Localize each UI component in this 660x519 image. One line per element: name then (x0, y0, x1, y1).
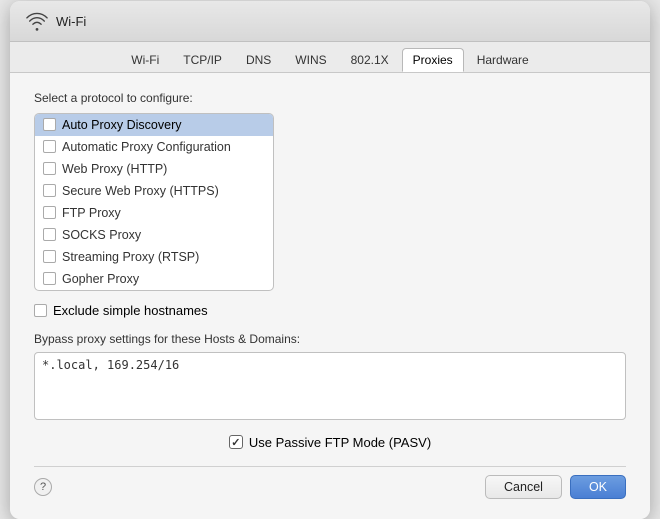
passive-ftp-label: Use Passive FTP Mode (PASV) (249, 435, 431, 450)
protocol-label-ftp: FTP Proxy (62, 206, 121, 220)
protocol-item-auto-proxy[interactable]: Auto Proxy Discovery (35, 114, 273, 136)
tab-proxies[interactable]: Proxies (402, 48, 464, 72)
tab-wins[interactable]: WINS (284, 48, 337, 72)
protocol-label-auto-config: Automatic Proxy Configuration (62, 140, 231, 154)
protocol-checkbox-gopher[interactable] (43, 272, 56, 285)
protocol-list: Auto Proxy Discovery Automatic Proxy Con… (34, 113, 274, 291)
titlebar: Wi-Fi (10, 1, 650, 42)
passive-ftp-checkbox[interactable] (229, 435, 243, 449)
bypass-section-label: Bypass proxy settings for these Hosts & … (34, 332, 626, 346)
action-buttons: Cancel OK (485, 475, 626, 499)
tab-hardware[interactable]: Hardware (466, 48, 540, 72)
protocol-checkbox-rtsp[interactable] (43, 250, 56, 263)
exclude-hostnames-label: Exclude simple hostnames (53, 303, 208, 318)
protocol-label-http: Web Proxy (HTTP) (62, 162, 167, 176)
tab-wifi[interactable]: Wi-Fi (120, 48, 170, 72)
ok-button[interactable]: OK (570, 475, 626, 499)
exclude-hostnames-checkbox[interactable] (34, 304, 47, 317)
exclude-row: Exclude simple hostnames (34, 303, 626, 318)
protocol-label-rtsp: Streaming Proxy (RTSP) (62, 250, 199, 264)
tabs-bar: Wi-Fi TCP/IP DNS WINS 802.1X Proxies Har… (10, 42, 650, 73)
protocol-item-https[interactable]: Secure Web Proxy (HTTPS) (35, 180, 273, 202)
protocol-item-ftp[interactable]: FTP Proxy (35, 202, 273, 224)
protocol-checkbox-https[interactable] (43, 184, 56, 197)
protocol-checkbox-socks[interactable] (43, 228, 56, 241)
window-title: Wi-Fi (56, 14, 86, 29)
protocol-label-https: Secure Web Proxy (HTTPS) (62, 184, 219, 198)
protocol-item-gopher[interactable]: Gopher Proxy (35, 268, 273, 290)
tab-dns[interactable]: DNS (235, 48, 282, 72)
protocol-item-rtsp[interactable]: Streaming Proxy (RTSP) (35, 246, 273, 268)
protocol-item-auto-config[interactable]: Automatic Proxy Configuration (35, 136, 273, 158)
main-window: Wi-Fi Wi-Fi TCP/IP DNS WINS 802.1X Proxi… (10, 1, 650, 519)
protocol-section-label: Select a protocol to configure: (34, 91, 626, 105)
tab-tcpip[interactable]: TCP/IP (172, 48, 233, 72)
footer: ? Cancel OK (34, 466, 626, 503)
tab-8021x[interactable]: 802.1X (340, 48, 400, 72)
protocol-item-socks[interactable]: SOCKS Proxy (35, 224, 273, 246)
protocol-checkbox-auto-proxy[interactable] (43, 118, 56, 131)
protocol-checkbox-ftp[interactable] (43, 206, 56, 219)
bypass-textarea[interactable]: *.local, 169.254/16 (34, 352, 626, 420)
content-area: Select a protocol to configure: Auto Pro… (10, 73, 650, 519)
help-button[interactable]: ? (34, 478, 52, 496)
protocol-label-socks: SOCKS Proxy (62, 228, 141, 242)
protocol-checkbox-http[interactable] (43, 162, 56, 175)
wifi-icon (26, 11, 48, 33)
protocol-checkbox-auto-config[interactable] (43, 140, 56, 153)
cancel-button[interactable]: Cancel (485, 475, 562, 499)
protocol-label-gopher: Gopher Proxy (62, 272, 139, 286)
protocol-item-http[interactable]: Web Proxy (HTTP) (35, 158, 273, 180)
passive-ftp-row: Use Passive FTP Mode (PASV) (34, 435, 626, 450)
protocol-label-auto-proxy: Auto Proxy Discovery (62, 118, 181, 132)
